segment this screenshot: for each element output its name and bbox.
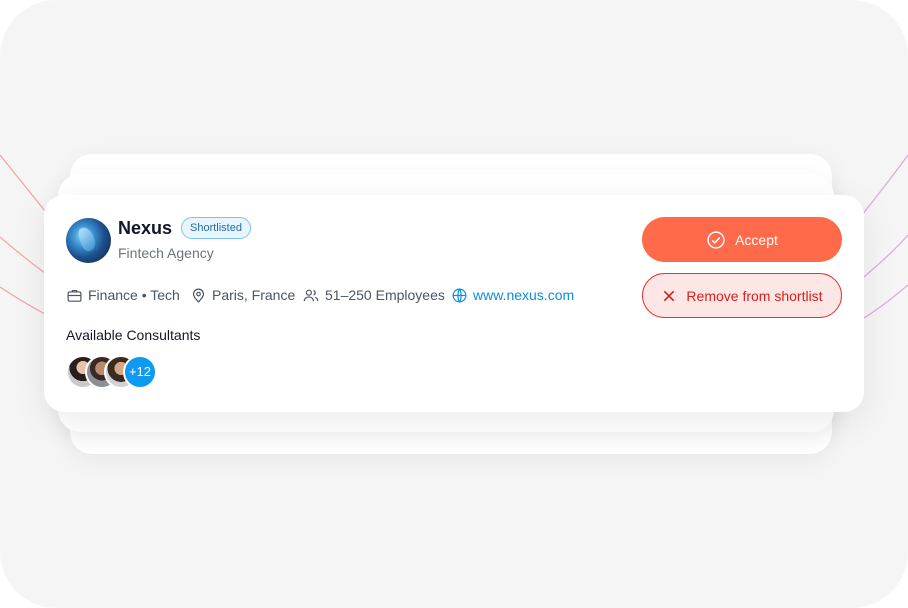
remove-from-shortlist-button[interactable]: Remove from shortlist bbox=[642, 273, 842, 318]
more-consultants-badge[interactable]: +12 bbox=[123, 355, 157, 389]
company-name: Nexus bbox=[118, 218, 173, 238]
meta-industry: Finance • Tech bbox=[66, 285, 180, 305]
accept-label: Accept bbox=[735, 231, 778, 248]
location-text: Paris, France bbox=[212, 287, 296, 303]
status-badge: Shortlisted bbox=[181, 217, 251, 239]
close-icon bbox=[664, 290, 675, 301]
consultants-label: Available Consultants bbox=[66, 327, 201, 343]
website-link[interactable]: www.nexus.com bbox=[451, 285, 574, 305]
company-card: Nexus Shortlisted Fintech Agency Finance… bbox=[44, 195, 864, 412]
consultant-avatars[interactable]: +12 bbox=[66, 355, 166, 389]
screen-background: Nexus Shortlisted Fintech Agency Finance… bbox=[0, 0, 908, 608]
globe-icon bbox=[452, 288, 467, 302]
remove-label: Remove from shortlist bbox=[686, 287, 823, 304]
industry-text: Finance • Tech bbox=[88, 287, 180, 303]
website-text[interactable]: www.nexus.com bbox=[473, 287, 574, 303]
briefcase-icon bbox=[67, 289, 82, 302]
company-size-text: 51–250 Employees bbox=[325, 287, 445, 303]
meta-company-size: 51–250 Employees bbox=[302, 285, 445, 305]
company-subtitle: Fintech Agency bbox=[118, 245, 214, 261]
accept-button[interactable]: Accept bbox=[642, 217, 842, 262]
people-icon bbox=[303, 289, 319, 301]
company-logo bbox=[66, 218, 111, 263]
meta-location: Paris, France bbox=[190, 285, 295, 305]
location-pin-icon bbox=[192, 288, 205, 303]
check-circle-icon bbox=[707, 230, 725, 249]
